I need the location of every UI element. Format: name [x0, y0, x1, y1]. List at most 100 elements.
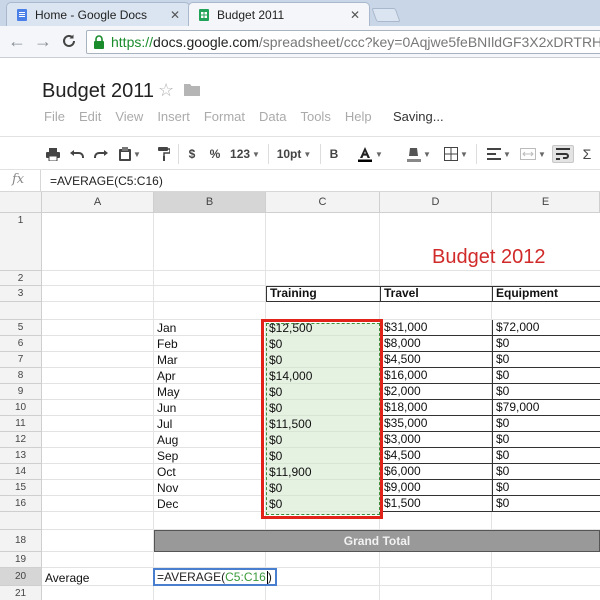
travel-cell[interactable]: $2,000: [380, 384, 492, 400]
row-header-18[interactable]: 18: [0, 530, 42, 552]
paint-format-icon[interactable]: [156, 145, 172, 163]
month-cell[interactable]: Aug: [154, 432, 266, 448]
tab-home-google-docs[interactable]: Home - Google Docs ✕: [6, 2, 190, 26]
select-all-corner[interactable]: [0, 192, 42, 213]
header-cell-travel[interactable]: Travel: [380, 286, 492, 302]
currency-format-button[interactable]: $: [186, 145, 198, 163]
row-header-21[interactable]: 21: [0, 586, 42, 600]
travel-cell[interactable]: $18,000: [380, 400, 492, 416]
star-icon[interactable]: ☆: [158, 80, 174, 101]
row-header-19[interactable]: 19: [0, 552, 42, 568]
equipment-cell[interactable]: $0: [492, 496, 600, 512]
row-header-15[interactable]: 15: [0, 480, 42, 496]
equipment-cell[interactable]: $0: [492, 368, 600, 384]
new-tab-button[interactable]: [371, 8, 401, 22]
travel-cell[interactable]: $35,000: [380, 416, 492, 432]
row-header-5[interactable]: 5: [0, 320, 42, 336]
row-header-1[interactable]: 1: [0, 213, 42, 271]
wrap-text-button[interactable]: [552, 145, 574, 163]
menu-view[interactable]: View: [115, 109, 143, 125]
borders-dropdown[interactable]: ▼: [442, 145, 470, 163]
travel-cell[interactable]: $9,000: [380, 480, 492, 496]
merge-cells-dropdown[interactable]: ▼: [518, 145, 548, 163]
month-cell[interactable]: Dec: [154, 496, 266, 512]
row-header-4[interactable]: [0, 302, 42, 320]
spreadsheet-grid[interactable]: A B C D E 1 2 3 5 6 7 8 9 10 11 12 13 14…: [0, 192, 600, 600]
equipment-cell[interactable]: $0: [492, 352, 600, 368]
travel-cell[interactable]: $1,500: [380, 496, 492, 512]
tab-budget-2011[interactable]: Budget 2011 ✕: [188, 2, 370, 26]
equipment-cell[interactable]: $0: [492, 432, 600, 448]
travel-cell[interactable]: $8,000: [380, 336, 492, 352]
travel-cell[interactable]: $4,500: [380, 352, 492, 368]
row-header-9[interactable]: 9: [0, 384, 42, 400]
bold-button[interactable]: B: [328, 145, 340, 163]
sum-function-button[interactable]: Σ: [580, 145, 594, 163]
row-header-10[interactable]: 10: [0, 400, 42, 416]
row-header-12[interactable]: 12: [0, 432, 42, 448]
equipment-cell[interactable]: $0: [492, 480, 600, 496]
row-header-14[interactable]: 14: [0, 464, 42, 480]
reload-icon[interactable]: [58, 30, 80, 52]
row-header-2[interactable]: 2: [0, 271, 42, 286]
menu-insert[interactable]: Insert: [157, 109, 190, 125]
redo-icon[interactable]: [92, 145, 110, 163]
month-cell[interactable]: Oct: [154, 464, 266, 480]
equipment-cell[interactable]: $0: [492, 336, 600, 352]
row-header-8[interactable]: 8: [0, 368, 42, 384]
fill-color-dropdown[interactable]: ▼: [404, 145, 434, 163]
row-header-3[interactable]: 3: [0, 286, 42, 302]
font-size-dropdown[interactable]: 10pt ▼: [274, 145, 314, 163]
month-cell[interactable]: Mar: [154, 352, 266, 368]
align-dropdown[interactable]: ▼: [484, 145, 514, 163]
equipment-cell[interactable]: $0: [492, 384, 600, 400]
equipment-cell[interactable]: $0: [492, 448, 600, 464]
month-cell[interactable]: Nov: [154, 480, 266, 496]
percent-format-button[interactable]: %: [208, 145, 222, 163]
month-cell[interactable]: Sep: [154, 448, 266, 464]
formula-input[interactable]: =AVERAGE(C5:C16): [50, 174, 163, 188]
menu-file[interactable]: File: [44, 109, 65, 125]
forward-arrow-icon[interactable]: →: [32, 30, 54, 52]
travel-cell[interactable]: $31,000: [380, 320, 492, 336]
row-header-13[interactable]: 13: [0, 448, 42, 464]
row-header-16[interactable]: 16: [0, 496, 42, 512]
row-header-20[interactable]: 20: [0, 568, 42, 586]
row-header-6[interactable]: 6: [0, 336, 42, 352]
row-header-7[interactable]: 7: [0, 352, 42, 368]
menu-tools[interactable]: Tools: [300, 109, 330, 125]
undo-icon[interactable]: [68, 145, 86, 163]
folder-icon[interactable]: [184, 83, 200, 96]
menu-data[interactable]: Data: [259, 109, 286, 125]
back-arrow-icon[interactable]: ←: [6, 30, 28, 52]
month-cell[interactable]: Feb: [154, 336, 266, 352]
menu-help[interactable]: Help: [345, 109, 372, 125]
column-header-a[interactable]: A: [42, 192, 154, 213]
equipment-cell[interactable]: $72,000: [492, 320, 600, 336]
number-format-dropdown[interactable]: 123 ▼: [230, 145, 260, 163]
row-header-11[interactable]: 11: [0, 416, 42, 432]
month-cell[interactable]: Jul: [154, 416, 266, 432]
text-color-dropdown[interactable]: ▼: [350, 145, 390, 163]
travel-cell[interactable]: $3,000: [380, 432, 492, 448]
row-header-17[interactable]: [0, 512, 42, 530]
month-cell[interactable]: Jan: [154, 320, 266, 336]
grand-total-cell[interactable]: Grand Total: [154, 530, 600, 552]
travel-cell[interactable]: $4,500: [380, 448, 492, 464]
column-header-e[interactable]: E: [492, 192, 600, 213]
menu-format[interactable]: Format: [204, 109, 245, 125]
print-icon[interactable]: [44, 145, 62, 163]
paste-icon[interactable]: ▼: [116, 145, 144, 163]
address-bar[interactable]: https://docs.google.com/spreadsheet/ccc?…: [86, 30, 600, 54]
column-header-d[interactable]: D: [380, 192, 492, 213]
menu-edit[interactable]: Edit: [79, 109, 101, 125]
active-cell-editor[interactable]: =AVERAGE(C5:C16): [153, 568, 277, 586]
equipment-cell[interactable]: $0: [492, 464, 600, 480]
sheet-title-cell[interactable]: Budget 2012: [432, 246, 545, 269]
average-label-cell[interactable]: Average: [42, 568, 154, 586]
equipment-cell[interactable]: $0: [492, 416, 600, 432]
month-cell[interactable]: May: [154, 384, 266, 400]
month-cell[interactable]: Apr: [154, 368, 266, 384]
document-title[interactable]: Budget 2011: [42, 80, 154, 103]
column-header-c[interactable]: C: [266, 192, 380, 213]
